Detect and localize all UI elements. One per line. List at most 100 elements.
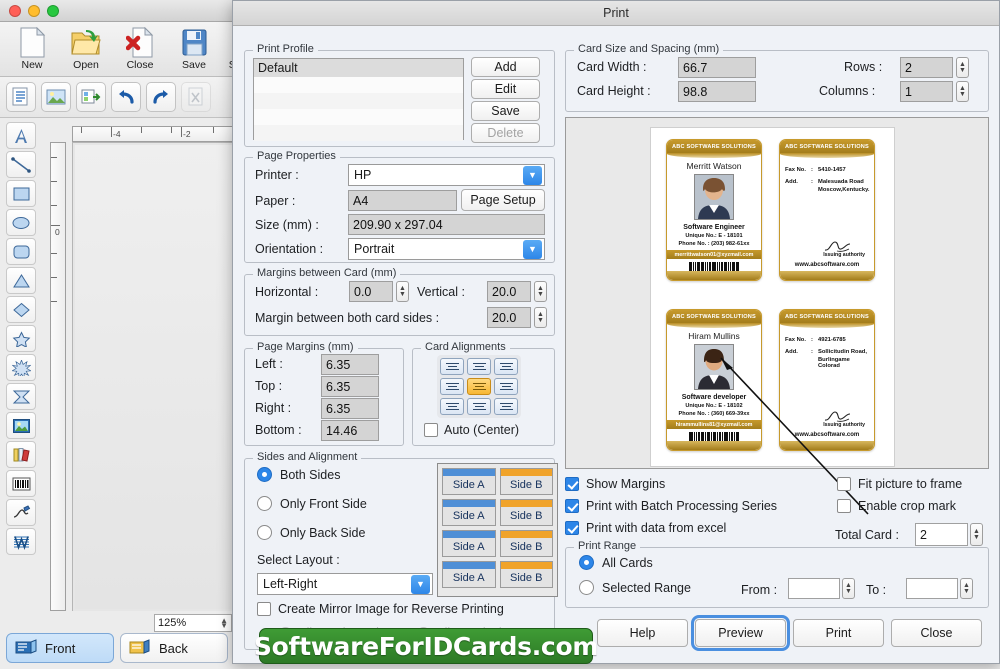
auto-center-checkbox-row[interactable]: Auto (Center) bbox=[424, 423, 519, 437]
toolbar-button-new[interactable]: New bbox=[6, 25, 58, 71]
only-back-side-radio[interactable] bbox=[257, 525, 272, 540]
total-card-stepper[interactable]: ▲ ▼ bbox=[970, 523, 983, 546]
id-card-back[interactable]: ABC SOFTWARE SOLUTIONS Fax No. : 4921-67… bbox=[779, 309, 875, 451]
print-profile-list[interactable]: Default bbox=[253, 58, 464, 141]
diamond-tool-icon[interactable] bbox=[6, 296, 36, 323]
show-margins-checkbox[interactable] bbox=[565, 477, 579, 491]
tab-back[interactable]: Back bbox=[120, 633, 228, 663]
ellipse-tool-icon[interactable] bbox=[6, 209, 36, 236]
selected-range-row[interactable]: Selected Range bbox=[579, 580, 691, 595]
total-card-field[interactable]: 2 bbox=[915, 523, 968, 546]
zoom-stepper-icon[interactable]: ▲ ▼ bbox=[220, 617, 228, 630]
batch-series-checkbox[interactable] bbox=[565, 499, 579, 513]
card-preview-pane[interactable]: ABC SOFTWARE SOLUTIONS Merritt Watson So… bbox=[565, 117, 989, 469]
rows-field[interactable]: 2 bbox=[900, 57, 953, 78]
cut-icon[interactable] bbox=[181, 82, 211, 112]
radio-only-front-side[interactable]: Only Front Side bbox=[257, 496, 367, 511]
rows-stepper[interactable]: ▲ ▼ bbox=[956, 57, 969, 78]
excel-data-row[interactable]: Print with data from excel bbox=[565, 521, 726, 535]
signature-tool-icon[interactable] bbox=[6, 499, 36, 526]
text-tool-icon[interactable] bbox=[6, 122, 36, 149]
align-middle-left-button[interactable] bbox=[440, 378, 464, 395]
to-stepper[interactable]: ▲ ▼ bbox=[960, 578, 973, 599]
align-bottom-left-button[interactable] bbox=[440, 398, 464, 415]
selected-range-radio[interactable] bbox=[579, 580, 594, 595]
print-profile-list-item[interactable]: Default bbox=[254, 59, 463, 77]
fit-picture-row[interactable]: Fit picture to frame bbox=[837, 477, 962, 491]
left-margin-field[interactable]: 6.35 bbox=[321, 354, 379, 375]
align-bottom-right-button[interactable] bbox=[494, 398, 518, 415]
id-card-front[interactable]: ABC SOFTWARE SOLUTIONS Merritt Watson So… bbox=[666, 139, 762, 281]
radio-both-sides[interactable]: Both Sides bbox=[257, 467, 340, 482]
profile-edit-button[interactable]: Edit bbox=[471, 79, 540, 99]
to-field[interactable] bbox=[906, 578, 958, 599]
mirror-image-checkbox[interactable] bbox=[257, 602, 271, 616]
profile-delete-button[interactable]: Delete bbox=[471, 123, 540, 143]
orientation-select[interactable]: Portrait ▼ bbox=[348, 238, 545, 260]
show-margins-row[interactable]: Show Margins bbox=[565, 477, 665, 491]
excel-data-checkbox[interactable] bbox=[565, 521, 579, 535]
close-button[interactable]: Close bbox=[891, 619, 982, 647]
radio-only-back-side[interactable]: Only Back Side bbox=[257, 525, 365, 540]
chevron-down-icon[interactable]: ▼ bbox=[411, 574, 430, 594]
all-cards-radio[interactable] bbox=[579, 555, 594, 570]
columns-stepper[interactable]: ▲ ▼ bbox=[956, 81, 969, 102]
auto-center-checkbox[interactable] bbox=[424, 423, 438, 437]
preview-button[interactable]: Preview bbox=[691, 615, 790, 651]
triangle-tool-icon[interactable] bbox=[6, 267, 36, 294]
image-tool-icon[interactable] bbox=[6, 412, 36, 439]
rounded-rectangle-tool-icon[interactable] bbox=[6, 238, 36, 265]
align-middle-right-button[interactable] bbox=[494, 378, 518, 395]
barcode-tool-icon[interactable] bbox=[6, 470, 36, 497]
close-window-button[interactable] bbox=[9, 5, 21, 17]
align-top-center-button[interactable] bbox=[467, 358, 491, 375]
window-controls[interactable] bbox=[9, 5, 59, 17]
card-height-field[interactable]: 98.8 bbox=[678, 81, 756, 102]
import-image-icon[interactable] bbox=[76, 82, 106, 112]
both-card-sides-margin-field[interactable]: 20.0 bbox=[487, 307, 531, 328]
right-margin-field[interactable]: 6.35 bbox=[321, 398, 379, 419]
redo-icon[interactable] bbox=[146, 82, 176, 112]
zoom-field[interactable]: 125% ▲ ▼ bbox=[154, 614, 232, 632]
crop-mark-row[interactable]: Enable crop mark bbox=[837, 499, 956, 513]
mirror-image-checkbox-row[interactable]: Create Mirror Image for Reverse Printing bbox=[257, 602, 504, 616]
rectangle-tool-icon[interactable] bbox=[6, 180, 36, 207]
toolbar-button-open[interactable]: Open bbox=[60, 25, 112, 71]
horizontal-margin-field[interactable]: 0.0 bbox=[349, 281, 393, 302]
star-tool-icon[interactable] bbox=[6, 325, 36, 352]
profile-save-button[interactable]: Save bbox=[471, 101, 540, 121]
crop-mark-checkbox[interactable] bbox=[837, 499, 851, 513]
align-bottom-center-button[interactable] bbox=[467, 398, 491, 415]
undo-icon[interactable] bbox=[111, 82, 141, 112]
align-top-left-button[interactable] bbox=[440, 358, 464, 375]
from-field[interactable] bbox=[788, 578, 840, 599]
line-tool-icon[interactable] bbox=[6, 151, 36, 178]
printer-select[interactable]: HP ▼ bbox=[348, 164, 545, 186]
chevron-down-icon[interactable]: ▼ bbox=[523, 239, 542, 259]
from-stepper[interactable]: ▲ ▼ bbox=[842, 578, 855, 599]
toolbar-button-close[interactable]: Close bbox=[114, 25, 166, 71]
watermark-tool-icon[interactable] bbox=[6, 528, 36, 555]
zoom-control[interactable]: 125% ▲ ▼ bbox=[42, 613, 232, 633]
picture-icon[interactable] bbox=[41, 82, 71, 112]
chevron-down-icon[interactable]: ▼ bbox=[523, 165, 542, 185]
all-cards-row[interactable]: All Cards bbox=[579, 555, 653, 570]
select-layout-dropdown[interactable]: Left-Right ▼ bbox=[257, 573, 433, 595]
only-front-side-radio[interactable] bbox=[257, 496, 272, 511]
batch-series-row[interactable]: Print with Batch Processing Series bbox=[565, 499, 777, 513]
vertical-margin-field[interactable]: 20.0 bbox=[487, 281, 531, 302]
minimize-window-button[interactable] bbox=[28, 5, 40, 17]
horizontal-margin-stepper[interactable]: ▲ ▼ bbox=[396, 281, 409, 302]
both-card-sides-margin-stepper[interactable]: ▲ ▼ bbox=[534, 307, 547, 328]
card-width-field[interactable]: 66.7 bbox=[678, 57, 756, 78]
align-middle-center-button[interactable] bbox=[467, 378, 491, 395]
four-point-star-tool-icon[interactable] bbox=[6, 383, 36, 410]
alignment-button-grid[interactable] bbox=[440, 358, 518, 415]
burst-tool-icon[interactable] bbox=[6, 354, 36, 381]
help-button[interactable]: Help bbox=[597, 619, 688, 647]
bottom-margin-field[interactable]: 14.46 bbox=[321, 420, 379, 441]
top-margin-field[interactable]: 6.35 bbox=[321, 376, 379, 397]
side-layout-preview[interactable]: Side A Side B Side A Side B Side A Side … bbox=[437, 463, 558, 597]
align-top-right-button[interactable] bbox=[494, 358, 518, 375]
id-card-front[interactable]: ABC SOFTWARE SOLUTIONS Hiram Mullins Sof… bbox=[666, 309, 762, 451]
